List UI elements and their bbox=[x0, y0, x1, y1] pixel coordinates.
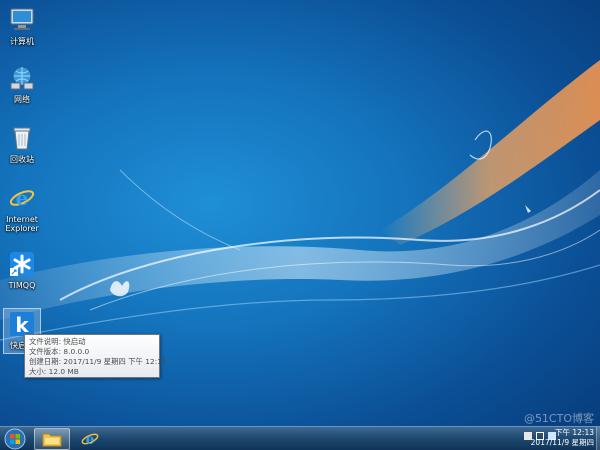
computer-icon bbox=[8, 6, 36, 34]
clock-time: 下午 12:13 bbox=[555, 428, 594, 437]
tim-icon bbox=[8, 250, 36, 278]
desktop-icon-label: 计算机 bbox=[10, 37, 34, 46]
svg-text:e: e bbox=[16, 186, 29, 210]
taskbar-ie-button[interactable]: e bbox=[72, 428, 108, 450]
svg-text:e: e bbox=[86, 432, 95, 448]
ie-icon: e bbox=[81, 432, 99, 448]
desktop-icon-label: Internet Explorer bbox=[5, 215, 39, 233]
desktop-icon-label: 回收站 bbox=[10, 155, 34, 164]
ie-icon: e bbox=[8, 184, 36, 212]
desktop-icon-network[interactable]: 网络 bbox=[4, 64, 40, 104]
desktop-icon-computer[interactable]: 计算机 bbox=[4, 6, 40, 46]
folder-icon bbox=[42, 433, 62, 447]
tooltip-size: 大小: 12.0 MB bbox=[29, 367, 79, 376]
tooltip-version: 文件版本: 8.0.0.0 bbox=[29, 347, 90, 356]
watermark: @51CTO博客 bbox=[523, 412, 594, 425]
taskbar-clock[interactable]: 下午 12:13 2017/11/9 星期四 bbox=[520, 428, 594, 448]
show-desktop-button[interactable] bbox=[596, 427, 600, 450]
clock-date: 2017/11/9 星期四 bbox=[530, 438, 594, 447]
recycle-bin-icon bbox=[8, 124, 36, 152]
start-button[interactable] bbox=[3, 428, 27, 450]
taskbar-explorer-button[interactable] bbox=[34, 428, 70, 450]
network-icon bbox=[8, 64, 36, 92]
desktop-icon-recycle-bin[interactable]: 回收站 bbox=[4, 124, 40, 164]
tooltip-created: 创建日期: 2017/11/9 星期四 下午 12:11 bbox=[29, 357, 167, 366]
desktop-icon-ie[interactable]: e Internet Explorer bbox=[4, 184, 40, 233]
windows-logo-icon bbox=[4, 428, 26, 450]
desktop-icon-label: TIMQQ bbox=[8, 281, 36, 290]
desktop-icon-label: 网络 bbox=[14, 95, 30, 104]
desktop-icon-timqq[interactable]: TIMQQ bbox=[4, 250, 40, 290]
file-info-tooltip: 文件说明: 快启动 文件版本: 8.0.0.0 创建日期: 2017/11/9 … bbox=[24, 334, 167, 378]
tooltip-description: 文件说明: 快启动 bbox=[29, 337, 86, 346]
taskbar: e 下午 12:13 2017/11/9 星期四 bbox=[0, 426, 600, 450]
